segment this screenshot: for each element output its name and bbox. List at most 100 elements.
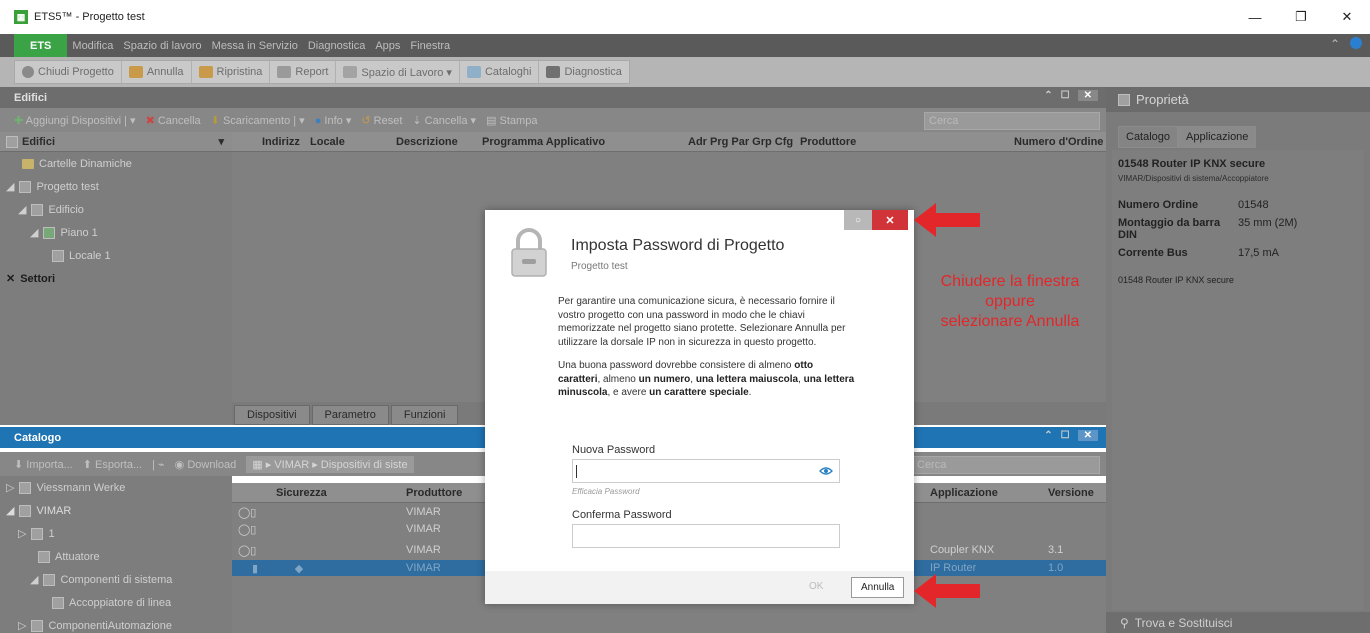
maximize-panel-icon[interactable]: ☐: [1061, 90, 1070, 101]
cataloghi-button[interactable]: Cataloghi: [460, 61, 540, 83]
collapse-arrow-icon: ▷: [6, 482, 15, 494]
report-button[interactable]: Report: [270, 61, 337, 83]
delete-small-icon: ⇣: [412, 114, 422, 127]
edifici-search-input[interactable]: Cerca: [924, 112, 1100, 130]
device-name: 01548 Router IP KNX secure: [1118, 158, 1266, 170]
tree-item-componenti-di-sistema[interactable]: ◢ Componenti di sistema: [0, 568, 232, 591]
menu-messa-in-servizio[interactable]: Messa in Servizio: [207, 40, 303, 52]
delete-icon: ✖: [145, 114, 155, 127]
annotation-arrow-close: [914, 203, 980, 237]
col-versione[interactable]: Versione: [1042, 487, 1102, 499]
col-produttore[interactable]: Produttore: [794, 136, 1008, 148]
tab-parametro[interactable]: Parametro: [311, 405, 389, 425]
breadcrumb-dispositivi[interactable]: Dispositivi di siste: [321, 459, 408, 471]
help-icon[interactable]: [1350, 37, 1362, 49]
aggiungi-dispositivi-button[interactable]: ✚ Aggiungi Dispositivi | ▾: [14, 114, 136, 127]
menu-apps[interactable]: Apps: [370, 40, 405, 52]
confirm-password-label: Conferma Password: [572, 509, 672, 521]
tree-item-accoppiatore-di-linea[interactable]: Accoppiatore di linea: [0, 591, 232, 614]
col-locale[interactable]: Locale: [304, 136, 390, 148]
dialog-minimize-button[interactable]: ○: [844, 210, 872, 230]
dialog-footer: OK Annulla: [485, 571, 914, 604]
menu-ets[interactable]: ETS: [14, 34, 68, 57]
tree-item-progetto-test[interactable]: ◢ Progetto test: [0, 175, 232, 198]
collapse-arrow-icon: ▷: [18, 620, 27, 632]
catalog-icon: [466, 66, 481, 78]
ripristina-button[interactable]: Ripristina: [192, 61, 271, 83]
search-icon: ⚲: [1120, 615, 1129, 630]
lock-icon: [511, 228, 547, 277]
menu-bar: ETS Modifica Spazio di lavoro Messa in S…: [0, 34, 1370, 57]
col-numero-ordine[interactable]: Numero d'Ordine: [1008, 136, 1104, 148]
main-toolbar: Chiudi Progetto Annulla Ripristina Repor…: [0, 57, 1370, 87]
category-icon: [31, 527, 44, 540]
cancella-dropdown-button[interactable]: ⇣ Cancella ▾: [412, 114, 476, 127]
menu-modifica[interactable]: Modifica: [67, 40, 118, 52]
tab-catalogo[interactable]: Catalogo: [1118, 126, 1179, 148]
col-descrizione[interactable]: Descrizione: [390, 136, 476, 148]
download-icon: ⬇: [210, 114, 220, 127]
dialog-paragraph-2: Una buona password dovrebbe consistere d…: [558, 360, 855, 398]
tree-item-viessmann[interactable]: ▷ Viessmann Werke: [0, 476, 232, 499]
edifici-tree-header[interactable]: Edifici ▾: [0, 132, 232, 152]
breadcrumb-vimar[interactable]: VIMAR: [274, 459, 309, 471]
tab-applicazione[interactable]: Applicazione: [1178, 126, 1257, 148]
link-icon[interactable]: | ⌁: [152, 458, 165, 471]
dialog-close-button[interactable]: ✕: [872, 210, 908, 230]
catalogo-search-input[interactable]: Cerca: [912, 456, 1100, 474]
tab-dispositivi[interactable]: Dispositivi: [234, 405, 310, 425]
collapse-ribbon-icon[interactable]: ⌃: [1330, 37, 1340, 51]
trova-sostituisci-header[interactable]: ⚲ Trova e Sostituisci: [1106, 612, 1370, 633]
col-adr-prg[interactable]: Adr Prg Par Grp Cfg: [682, 136, 794, 148]
tree-item-1[interactable]: ▷ 1: [0, 522, 232, 545]
close-panel-button[interactable]: ✕: [1077, 90, 1098, 101]
info-button[interactable]: ● Info ▾: [315, 114, 352, 127]
menu-finestra[interactable]: Finestra: [405, 40, 455, 52]
building-icon: [6, 135, 18, 148]
esporta-button[interactable]: ⬆ Esporta...: [83, 458, 142, 471]
window-controls: — ❐ ✕: [1232, 0, 1370, 34]
chiudi-progetto-button[interactable]: Chiudi Progetto: [15, 61, 122, 83]
annulla-toolbar-button[interactable]: Annulla: [122, 61, 192, 83]
stampa-button[interactable]: ▤ Stampa: [486, 114, 537, 127]
col-sicurezza[interactable]: Sicurezza: [270, 487, 400, 499]
annulla-button[interactable]: Annulla: [851, 577, 905, 598]
tree-item-settori[interactable]: ✕ Settori: [0, 267, 232, 290]
col-applicazione[interactable]: Applicazione: [924, 487, 1042, 499]
show-password-eye-icon[interactable]: [819, 466, 833, 476]
diagnostica-button[interactable]: Diagnostica: [539, 61, 628, 83]
new-password-label: Nuova Password: [572, 444, 656, 456]
confirm-password-input[interactable]: [572, 524, 840, 548]
minimize-button[interactable]: —: [1232, 0, 1278, 34]
tree-item-vimar[interactable]: ◢ VIMAR: [0, 499, 232, 522]
collapse-panel-icon[interactable]: ⌃: [1044, 430, 1052, 441]
maximize-button[interactable]: ❐: [1278, 0, 1324, 34]
tree-item-cartelle-dinamiche[interactable]: Cartelle Dinamiche: [0, 152, 232, 175]
cancella-button[interactable]: ✖ Cancella: [146, 114, 201, 127]
importa-button[interactable]: ⬇ Importa...: [14, 458, 73, 471]
download-button[interactable]: ◉ Download: [175, 458, 237, 471]
tree-item-componenti-automazione[interactable]: ▷ ComponentiAutomazione: [0, 614, 232, 633]
spazio-di-lavoro-button[interactable]: Spazio di Lavoro ▾: [336, 61, 460, 83]
col-indirizz[interactable]: Indirizz: [256, 136, 304, 148]
tree-item-piano-1[interactable]: ◢ Piano 1: [0, 221, 232, 244]
tree-item-attuatore[interactable]: Attuatore: [0, 545, 232, 568]
tab-funzioni[interactable]: Funzioni: [390, 405, 459, 425]
close-window-button[interactable]: ✕: [1324, 0, 1370, 34]
menu-spazio-di-lavoro[interactable]: Spazio di lavoro: [118, 40, 206, 52]
ok-button[interactable]: OK: [801, 581, 831, 592]
reset-button[interactable]: ↺ Reset: [361, 114, 402, 127]
col-programma-applicativo[interactable]: Programma Applicativo: [476, 136, 682, 148]
collapse-panel-icon[interactable]: ⌃: [1044, 90, 1052, 101]
new-password-input[interactable]: [572, 459, 840, 483]
tree-item-edificio[interactable]: ◢ Edificio: [0, 198, 232, 221]
close-panel-button[interactable]: ✕: [1077, 430, 1098, 441]
secure-shield-icon: ▮ ◆: [252, 562, 304, 575]
scaricamento-button[interactable]: ⬇ Scaricamento | ▾: [211, 114, 305, 127]
maximize-panel-icon[interactable]: ☐: [1061, 430, 1070, 441]
tree-item-locale-1[interactable]: Locale 1: [0, 244, 232, 267]
app-logo-icon: ▦: [14, 10, 28, 24]
menu-diagnostica[interactable]: Diagnostica: [303, 40, 370, 52]
dialog-body: Per garantire una comunicazione sicura, …: [558, 295, 858, 400]
properties-icon: [1118, 93, 1130, 106]
